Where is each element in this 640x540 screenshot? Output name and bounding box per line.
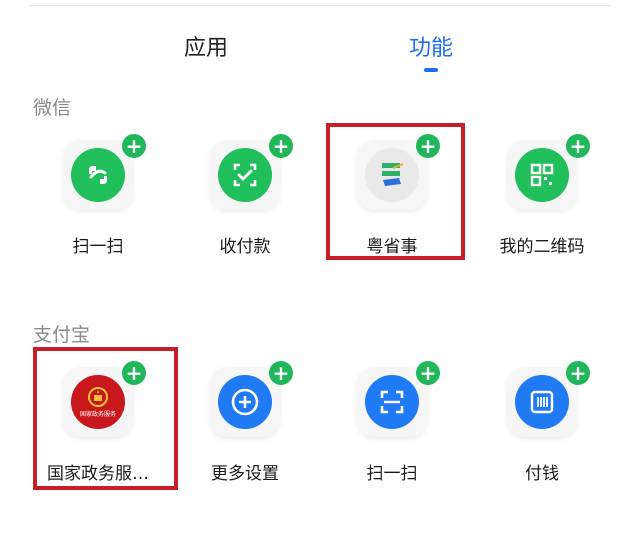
add-badge-pay-money[interactable]: + — [566, 361, 590, 385]
section-title-wechat: 微信 — [33, 97, 72, 119]
label-qr-code: 我的二维码 — [499, 237, 585, 257]
pay-money-item[interactable]: + 付钱 — [472, 357, 612, 487]
label-more-settings: 更多设置 — [211, 464, 279, 484]
top-divider — [30, 5, 610, 6]
highlight-box-national-gov-service — [33, 347, 178, 490]
qr-code-icon — [515, 148, 569, 202]
tab-apps[interactable]: 应用 — [184, 30, 228, 62]
add-badge-more-settings[interactable]: + — [269, 361, 293, 385]
label-alipay-scan: 扫一扫 — [366, 464, 418, 484]
section-title-alipay: 支付宝 — [33, 324, 91, 346]
barcode-icon — [515, 375, 569, 429]
add-badge-wechat-scan[interactable]: + — [122, 134, 146, 158]
alipay-scan-item[interactable]: + 扫一扫 — [322, 357, 462, 487]
wechat-payment-item[interactable]: + 收付款 — [175, 130, 315, 260]
scan-frame-icon — [365, 375, 419, 429]
more-settings-item[interactable]: + 更多设置 — [175, 357, 315, 487]
add-badge-alipay-scan[interactable]: + — [416, 361, 440, 385]
wechat-scan-icon — [71, 148, 125, 202]
qr-code-item[interactable]: + 我的二维码 — [472, 130, 612, 260]
highlight-box-yueshengshi — [326, 123, 465, 260]
add-badge-qr-code[interactable]: + — [566, 134, 590, 158]
label-pay-money: 付钱 — [525, 464, 559, 484]
plus-circle-icon — [218, 375, 272, 429]
tab-functions[interactable]: 功能 — [409, 30, 453, 62]
wechat-payment-icon — [218, 148, 272, 202]
add-badge-wechat-payment[interactable]: + — [269, 134, 293, 158]
label-wechat-scan: 扫一扫 — [72, 237, 124, 257]
wechat-scan-item[interactable]: + 扫一扫 — [28, 130, 168, 260]
label-wechat-payment: 收付款 — [219, 237, 271, 257]
active-tab-indicator — [424, 68, 438, 72]
